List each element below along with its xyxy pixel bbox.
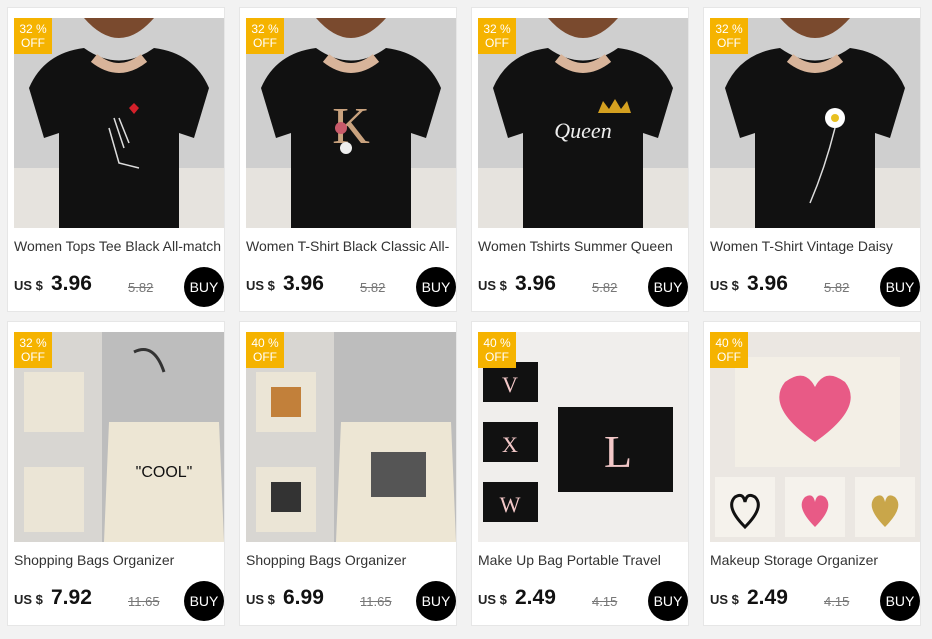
- discount-off-label: OFF: [717, 36, 741, 50]
- original-price: 5.82: [824, 280, 850, 295]
- product-image[interactable]: V X W L 40 % OFF: [478, 332, 688, 542]
- product-card[interactable]: 32 % OFF Women Tops Tee Black All-match …: [7, 7, 225, 312]
- product-card[interactable]: 32 % OFF Women T-Shirt Vintage Daisy US …: [703, 7, 921, 312]
- price: 2.49: [515, 586, 556, 609]
- discount-off-label: OFF: [485, 36, 509, 50]
- product-card[interactable]: "COOL" 32 % OFF Shopping Bags Organizer …: [7, 321, 225, 626]
- buy-button[interactable]: BUY: [416, 267, 456, 307]
- original-price: 5.82: [360, 280, 386, 295]
- currency-label: US $: [246, 592, 275, 607]
- product-image[interactable]: 40 % OFF: [246, 332, 456, 542]
- currency-label: US $: [478, 592, 507, 607]
- product-title[interactable]: Makeup Storage Organizer: [710, 552, 920, 568]
- original-price: 4.15: [592, 594, 618, 609]
- price: 3.96: [51, 272, 92, 295]
- product-title[interactable]: Women T-Shirt Vintage Daisy: [710, 238, 920, 254]
- discount-badge: 40 % OFF: [710, 332, 748, 368]
- discount-percent: 40 %: [251, 336, 279, 350]
- buy-button[interactable]: BUY: [880, 267, 920, 307]
- product-title[interactable]: Make Up Bag Portable Travel: [478, 552, 688, 568]
- buy-button[interactable]: BUY: [416, 581, 456, 621]
- product-card[interactable]: 40 % OFF Shopping Bags Organizer US $ 6.…: [239, 321, 457, 626]
- product-card[interactable]: V X W L 40 % OFF Make Up Bag Portable Tr…: [471, 321, 689, 626]
- product-image[interactable]: 32 % OFF: [710, 18, 920, 228]
- product-title[interactable]: Women T-Shirt Black Classic All-: [246, 238, 456, 254]
- discount-off-label: OFF: [21, 350, 45, 364]
- discount-percent: 32 %: [19, 336, 47, 350]
- buy-button[interactable]: BUY: [184, 581, 224, 621]
- discount-badge: 32 % OFF: [710, 18, 748, 54]
- discount-off-label: OFF: [485, 350, 509, 364]
- original-price: 5.82: [592, 280, 618, 295]
- discount-off-label: OFF: [21, 36, 45, 50]
- product-grid: 32 % OFF Women Tops Tee Black All-match …: [7, 7, 925, 632]
- price: 3.96: [283, 272, 324, 295]
- discount-percent: 40 %: [483, 336, 511, 350]
- buy-button[interactable]: BUY: [648, 267, 688, 307]
- discount-badge: 32 % OFF: [14, 18, 52, 54]
- discount-off-label: OFF: [253, 36, 277, 50]
- discount-badge: 32 % OFF: [246, 18, 284, 54]
- currency-label: US $: [14, 592, 43, 607]
- svg-text:Queen: Queen: [554, 118, 611, 143]
- currency-label: US $: [246, 278, 275, 293]
- product-card[interactable]: K 32 % OFF Women T-Shirt Black Classic A…: [239, 7, 457, 312]
- svg-text:L: L: [604, 426, 632, 477]
- product-title[interactable]: Shopping Bags Organizer: [14, 552, 224, 568]
- price: 7.92: [51, 586, 92, 609]
- discount-percent: 32 %: [483, 22, 511, 36]
- price: 3.96: [747, 272, 788, 295]
- product-title[interactable]: Women Tshirts Summer Queen: [478, 238, 688, 254]
- currency-label: US $: [14, 278, 43, 293]
- discount-percent: 32 %: [715, 22, 743, 36]
- discount-off-label: OFF: [717, 350, 741, 364]
- product-image[interactable]: "COOL" 32 % OFF: [14, 332, 224, 542]
- product-image[interactable]: 32 % OFF: [14, 18, 224, 228]
- svg-text:V: V: [502, 372, 518, 397]
- discount-badge: 32 % OFF: [14, 332, 52, 368]
- price: 6.99: [283, 586, 324, 609]
- discount-percent: 32 %: [19, 22, 47, 36]
- price: 3.96: [515, 272, 556, 295]
- product-image[interactable]: Queen 32 % OFF: [478, 18, 688, 228]
- discount-badge: 40 % OFF: [478, 332, 516, 368]
- currency-label: US $: [710, 278, 739, 293]
- discount-percent: 40 %: [715, 336, 743, 350]
- buy-button[interactable]: BUY: [880, 581, 920, 621]
- product-title[interactable]: Shopping Bags Organizer: [246, 552, 456, 568]
- original-price: 4.15: [824, 594, 850, 609]
- product-card[interactable]: 40 % OFF Makeup Storage Organizer US $ 2…: [703, 321, 921, 626]
- svg-text:"COOL": "COOL": [136, 464, 193, 481]
- svg-text:W: W: [500, 492, 521, 517]
- discount-off-label: OFF: [253, 350, 277, 364]
- original-price: 11.65: [128, 594, 160, 609]
- product-title[interactable]: Women Tops Tee Black All-match: [14, 238, 224, 254]
- product-card[interactable]: Queen 32 % OFF Women Tshirts Summer Quee…: [471, 7, 689, 312]
- svg-text:X: X: [502, 432, 518, 457]
- currency-label: US $: [478, 278, 507, 293]
- original-price: 5.82: [128, 280, 154, 295]
- original-price: 11.65: [360, 594, 392, 609]
- discount-badge: 40 % OFF: [246, 332, 284, 368]
- buy-button[interactable]: BUY: [648, 581, 688, 621]
- buy-button[interactable]: BUY: [184, 267, 224, 307]
- product-image[interactable]: K 32 % OFF: [246, 18, 456, 228]
- currency-label: US $: [710, 592, 739, 607]
- discount-badge: 32 % OFF: [478, 18, 516, 54]
- discount-percent: 32 %: [251, 22, 279, 36]
- price: 2.49: [747, 586, 788, 609]
- product-image[interactable]: 40 % OFF: [710, 332, 920, 542]
